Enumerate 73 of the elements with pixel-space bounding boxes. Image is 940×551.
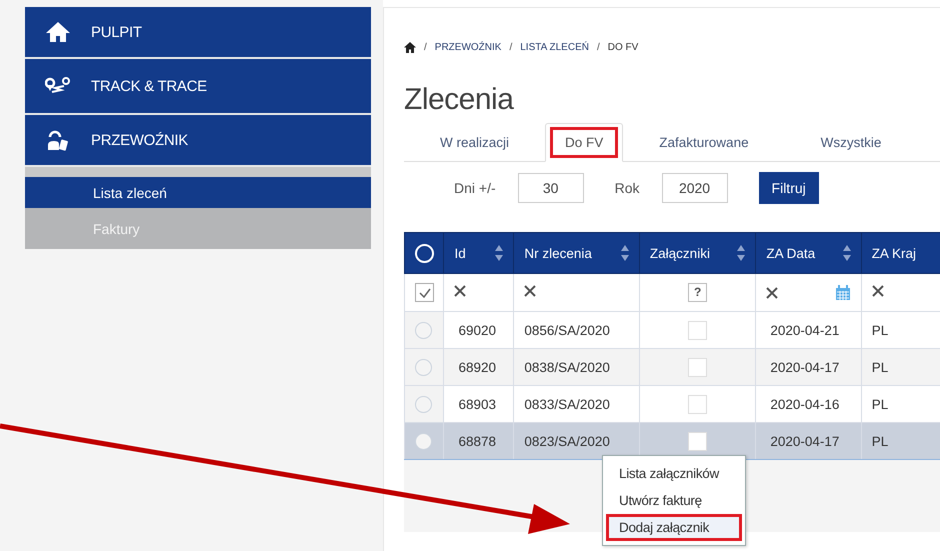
- field-label: Dni +/-: [454, 180, 496, 196]
- column-header[interactable]: ZA Kraj: [861, 232, 940, 274]
- check-icon: [418, 288, 430, 298]
- field-label: Rok: [614, 180, 640, 196]
- clear-icon: [766, 286, 778, 298]
- column-header[interactable]: Załączniki: [639, 232, 756, 274]
- table-cell: 2020-04-17: [756, 422, 862, 460]
- breadcrumb-item[interactable]: PRZEWOŹNIK: [434, 42, 502, 52]
- row-radio[interactable]: [415, 322, 432, 338]
- table-row[interactable]: 68878 0823/SA/2020 2020-04-17 PL: [404, 422, 940, 460]
- person-with-phone-icon: [46, 128, 70, 152]
- table-cell: 2020-04-16: [756, 386, 862, 422]
- row-radio[interactable]: [415, 358, 432, 376]
- table-cell: 68903: [444, 386, 514, 422]
- table-cell: 68878: [444, 422, 514, 460]
- tab[interactable]: Wszystkie: [784, 123, 918, 162]
- breadcrumb-separator: /: [424, 42, 427, 52]
- column-header[interactable]: Nr zlecenia: [514, 232, 640, 274]
- sort-icon: [620, 245, 629, 261]
- sidebar-item[interactable]: PRZEWOŹNIK: [25, 115, 371, 167]
- tab[interactable]: Do FV: [545, 123, 624, 162]
- calendar-icon: [834, 284, 851, 300]
- sort-icon: [495, 245, 504, 261]
- tab[interactable]: Zafakturowane: [623, 123, 785, 162]
- page-title: Zlecenia: [404, 82, 515, 118]
- breadcrumb-item: DO FV: [608, 42, 638, 52]
- select-all-radio[interactable]: [415, 244, 434, 262]
- checkbox[interactable]: [415, 283, 434, 302]
- table-cell: PL: [861, 312, 940, 348]
- breadcrumb-separator: /: [596, 42, 600, 52]
- attachment-checkbox[interactable]: [688, 394, 708, 414]
- table-row[interactable]: 69020 0856/SA/2020 2020-04-21 PL: [404, 312, 940, 348]
- table-cell: 0838/SA/2020: [514, 348, 640, 386]
- clear-icon: [872, 285, 884, 297]
- menu-item[interactable]: Dodaj załącznik: [606, 514, 742, 541]
- table-cell: 69020: [444, 312, 514, 348]
- table-cell: 0856/SA/2020: [514, 312, 640, 348]
- route-icon: [45, 77, 71, 95]
- breadcrumb-separator: /: [509, 42, 512, 52]
- filter-button[interactable]: Filtruj: [758, 172, 819, 204]
- menu-item[interactable]: Utwórz fakturę: [606, 487, 742, 514]
- column-header[interactable]: ZA Data: [756, 232, 862, 274]
- table-cell: 0833/SA/2020: [514, 386, 640, 422]
- home-icon: [45, 21, 71, 43]
- submenu-item[interactable]: Lista zleceń: [25, 177, 371, 208]
- table-cell: PL: [861, 386, 940, 422]
- table-cell: 0823/SA/2020: [514, 422, 640, 460]
- sort-icon: [737, 245, 746, 261]
- menu-item[interactable]: Lista załączników: [606, 460, 742, 487]
- attachment-checkbox[interactable]: [688, 432, 708, 450]
- table-cell: 2020-04-21: [756, 312, 862, 348]
- table-cell: PL: [861, 422, 940, 460]
- table-cell: 2020-04-17: [756, 348, 862, 386]
- breadcrumb-item[interactable]: LISTA ZLECEŃ: [520, 42, 589, 52]
- tab[interactable]: W realizacji: [404, 123, 546, 162]
- column-header[interactable]: Id: [444, 232, 514, 274]
- days-field[interactable]: 30: [518, 173, 584, 203]
- table-row[interactable]: 68920 0838/SA/2020 2020-04-17 PL: [404, 348, 940, 386]
- filter-toggle[interactable]: ?: [688, 283, 708, 302]
- home-icon: [404, 42, 416, 52]
- year-field[interactable]: 2020: [662, 173, 728, 203]
- clear-icon: [454, 285, 466, 297]
- sidebar-item[interactable]: TRACK & TRACE: [25, 59, 371, 115]
- table-cell: 68920: [444, 348, 514, 386]
- row-radio[interactable]: [415, 432, 432, 450]
- clear-icon: [524, 285, 536, 297]
- attachment-checkbox[interactable]: [688, 358, 708, 376]
- attachment-checkbox[interactable]: [688, 320, 708, 340]
- sort-icon: [842, 245, 851, 261]
- sidebar-item[interactable]: PULPIT: [25, 7, 371, 59]
- table-cell: PL: [861, 348, 940, 386]
- row-radio[interactable]: [415, 396, 432, 412]
- table-row[interactable]: 68903 0833/SA/2020 2020-04-16 PL: [404, 386, 940, 422]
